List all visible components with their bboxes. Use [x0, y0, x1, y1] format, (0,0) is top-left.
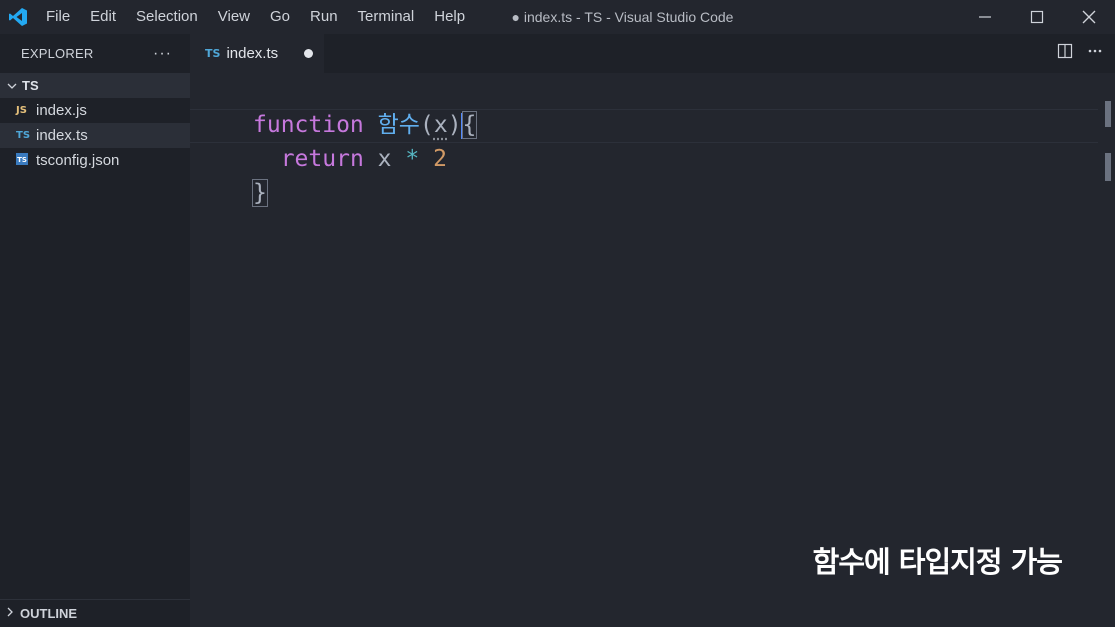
- file-item-index-js[interactable]: JS index.js: [0, 98, 190, 123]
- file-item-index-ts[interactable]: TS index.ts: [0, 123, 190, 148]
- code-content[interactable]: function 함수(x){ return x * 2}: [252, 108, 478, 210]
- chevron-right-icon: [4, 605, 16, 623]
- param-x: x: [433, 112, 448, 138]
- tab-index-ts[interactable]: TS index.ts: [190, 34, 324, 73]
- close-button[interactable]: [1063, 0, 1115, 34]
- code-line-3: }: [252, 176, 476, 210]
- javascript-file-icon: JS: [16, 105, 27, 116]
- file-label: tsconfig.json: [36, 152, 120, 169]
- svg-text:TS: TS: [17, 156, 27, 164]
- file-label: index.js: [36, 102, 87, 119]
- folder-ts[interactable]: TS: [0, 73, 190, 98]
- typescript-file-icon: TS: [16, 130, 31, 141]
- matching-brace: {: [461, 111, 478, 139]
- vscode-logo-icon: [0, 0, 36, 34]
- window-title: ● index.ts - TS - Visual Studio Code: [511, 9, 734, 25]
- typescript-file-icon: TS: [205, 47, 221, 60]
- title-bar: File Edit Selection View Go Run Terminal…: [0, 0, 1115, 34]
- explorer-header: EXPLORER ···: [0, 34, 190, 73]
- tab-label: index.ts: [226, 45, 279, 62]
- code-line-2: return x * 2: [280, 146, 447, 172]
- function-name: 함수: [377, 112, 420, 138]
- menu-go[interactable]: Go: [260, 0, 300, 34]
- menu-edit[interactable]: Edit: [80, 0, 126, 34]
- outline-label: OUTLINE: [20, 606, 78, 621]
- code-editor[interactable]: function 함수(x){ return x * 2} 함수에 타입지정 가…: [190, 73, 1098, 627]
- code-line-1: function 함수(x){: [253, 111, 478, 139]
- file-item-tsconfig[interactable]: TS tsconfig.json: [0, 148, 190, 173]
- close-icon: [1082, 10, 1096, 24]
- explorer-more-button[interactable]: ···: [153, 45, 172, 63]
- maximize-button[interactable]: [1011, 0, 1063, 34]
- more-actions-icon[interactable]: [1087, 43, 1103, 64]
- tsconfig-file-icon: TS: [16, 153, 36, 168]
- minimize-icon: [979, 16, 991, 18]
- explorer-sidebar: EXPLORER ··· TS JS index.js TS index.ts …: [0, 34, 190, 627]
- menu-selection[interactable]: Selection: [126, 0, 208, 34]
- menu-help[interactable]: Help: [424, 0, 475, 34]
- menu-run[interactable]: Run: [300, 0, 348, 34]
- unsaved-dot-icon[interactable]: [304, 49, 313, 58]
- editor-scrollbar[interactable]: [1098, 73, 1115, 627]
- menu-terminal[interactable]: Terminal: [348, 0, 425, 34]
- scrollbar-thumb[interactable]: [1105, 101, 1111, 127]
- matching-brace: }: [252, 179, 268, 207]
- window-controls: [959, 0, 1115, 34]
- minimize-button[interactable]: [959, 0, 1011, 34]
- folder-label: TS: [22, 78, 39, 93]
- editor-actions: [1057, 34, 1103, 73]
- editor-tab-bar: TS index.ts: [190, 34, 1115, 73]
- video-caption: 함수에 타입지정 가능: [812, 545, 1063, 579]
- menu-file[interactable]: File: [36, 0, 80, 34]
- explorer-title: EXPLORER: [21, 46, 94, 61]
- chevron-down-icon: [4, 80, 20, 92]
- menu-bar: File Edit Selection View Go Run Terminal…: [36, 0, 475, 34]
- maximize-icon: [1030, 10, 1044, 24]
- menu-view[interactable]: View: [208, 0, 260, 34]
- file-label: index.ts: [36, 127, 88, 144]
- split-editor-icon[interactable]: [1057, 43, 1073, 64]
- outline-section[interactable]: OUTLINE: [0, 599, 190, 627]
- scrollbar-cursor-marker: [1105, 153, 1111, 181]
